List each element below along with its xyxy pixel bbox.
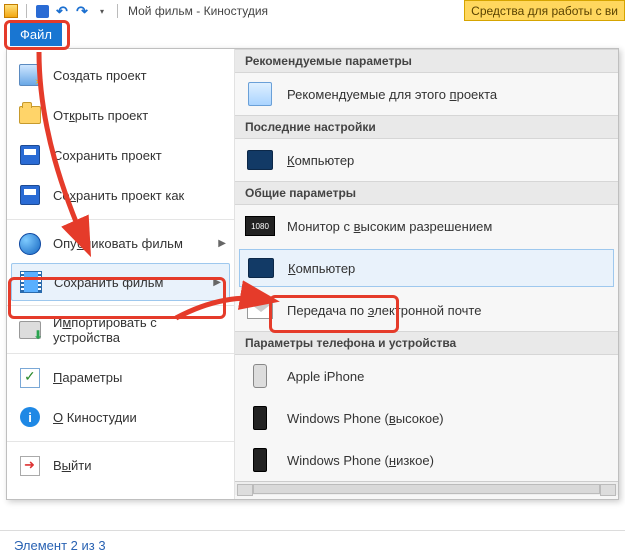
exit-icon	[17, 453, 43, 479]
menu-about[interactable]: i О Киностудии	[7, 397, 234, 437]
open-folder-icon	[17, 102, 43, 128]
file-menu-panel: Создать проект Открыть проект Сохранить …	[6, 48, 619, 500]
menu-label: Импортировать с устройства	[53, 315, 224, 345]
menu-label: Выйти	[53, 458, 92, 473]
section-recent: Последние настройки	[235, 115, 618, 139]
new-project-icon	[17, 62, 43, 88]
ribbon-contextual-tab[interactable]: Средства для работы с ви	[464, 0, 625, 21]
divider	[117, 4, 118, 18]
film-icon	[18, 269, 44, 295]
menu-label: О Киностудии	[53, 410, 137, 425]
recommended-icon	[245, 81, 275, 107]
opt-recommended-project[interactable]: Рекомендуемые для этого проекта	[235, 73, 618, 115]
iphone-icon	[245, 363, 275, 389]
menu-label: Опубликовать фильм	[53, 236, 183, 251]
quick-access-toolbar: ↶ ↷ ▾	[4, 4, 120, 18]
save-as-icon	[17, 182, 43, 208]
submenu-arrow-icon: ▶	[218, 238, 226, 249]
status-text: Элемент 2 из 3	[14, 538, 106, 553]
opt-label: Рекомендуемые для этого проекта	[287, 87, 497, 102]
menu-label: Сохранить фильм	[54, 275, 163, 290]
globe-icon	[17, 231, 43, 257]
status-bar: Элемент 2 из 3	[0, 530, 625, 560]
horizontal-scrollbar[interactable]	[235, 481, 618, 495]
menu-save-movie[interactable]: Сохранить фильм ▶	[11, 263, 230, 301]
app-icon	[4, 4, 18, 18]
windows-phone-icon	[245, 405, 275, 431]
opt-windows-phone-high[interactable]: Windows Phone (высокое)	[235, 397, 618, 439]
undo-icon[interactable]: ↶	[55, 4, 69, 18]
menu-label: Сохранить проект как	[53, 188, 184, 203]
options-icon	[17, 365, 43, 391]
opt-label: Компьютер	[288, 261, 355, 276]
file-tab[interactable]: Файл	[10, 22, 62, 46]
redo-icon[interactable]: ↷	[75, 4, 89, 18]
divider	[26, 4, 27, 18]
opt-email[interactable]: Передача по электронной почте	[235, 289, 618, 331]
menu-label: Открыть проект	[53, 108, 148, 123]
file-menu-right: Рекомендуемые параметры Рекомендуемые дл…	[235, 49, 618, 499]
opt-computer[interactable]: Компьютер	[239, 249, 614, 287]
menu-open-project[interactable]: Открыть проект	[7, 95, 234, 135]
opt-label: Windows Phone (высокое)	[287, 411, 444, 426]
menu-label: Параметры	[53, 370, 122, 385]
monitor-icon	[246, 255, 276, 281]
menu-exit[interactable]: Выйти	[7, 441, 234, 485]
section-phone-devices: Параметры телефона и устройства	[235, 331, 618, 355]
section-common: Общие параметры	[235, 181, 618, 205]
menu-import-device[interactable]: Импортировать с устройства	[7, 305, 234, 349]
windows-phone-icon	[245, 447, 275, 473]
section-recommended: Рекомендуемые параметры	[235, 49, 618, 73]
title-bar: ↶ ↷ ▾ Мой фильм - Киностудия Средства дл…	[0, 0, 625, 22]
qat-save-icon[interactable]	[35, 4, 49, 18]
opt-label: Монитор с высоким разрешением	[287, 219, 492, 234]
import-device-icon	[17, 317, 43, 343]
monitor-icon	[245, 147, 275, 173]
opt-recent-computer[interactable]: Компьютер	[235, 139, 618, 181]
hires-icon: 1080	[245, 213, 275, 239]
menu-parameters[interactable]: Параметры	[7, 353, 234, 397]
opt-label: Передача по электронной почте	[287, 303, 481, 318]
opt-iphone[interactable]: Apple iPhone	[235, 355, 618, 397]
qat-dropdown-icon[interactable]: ▾	[95, 4, 109, 18]
submenu-arrow-icon: ▶	[213, 277, 221, 288]
menu-save-project-as[interactable]: Сохранить проект как	[7, 175, 234, 215]
opt-hires-monitor[interactable]: 1080 Монитор с высоким разрешением	[235, 205, 618, 247]
menu-label: Сохранить проект	[53, 148, 162, 163]
opt-label: Apple iPhone	[287, 369, 364, 384]
opt-label: Windows Phone (низкое)	[287, 453, 434, 468]
menu-label: Создать проект	[53, 68, 147, 83]
opt-windows-phone-low[interactable]: Windows Phone (низкое)	[235, 439, 618, 481]
save-icon	[17, 142, 43, 168]
file-menu-left: Создать проект Открыть проект Сохранить …	[7, 49, 235, 499]
mail-icon	[245, 297, 275, 323]
opt-label: Компьютер	[287, 153, 354, 168]
window-title: Мой фильм - Киностудия	[128, 4, 268, 18]
menu-save-project[interactable]: Сохранить проект	[7, 135, 234, 175]
menu-publish-movie[interactable]: Опубликовать фильм ▶	[7, 219, 234, 263]
info-icon: i	[17, 404, 43, 430]
menu-new-project[interactable]: Создать проект	[7, 55, 234, 95]
